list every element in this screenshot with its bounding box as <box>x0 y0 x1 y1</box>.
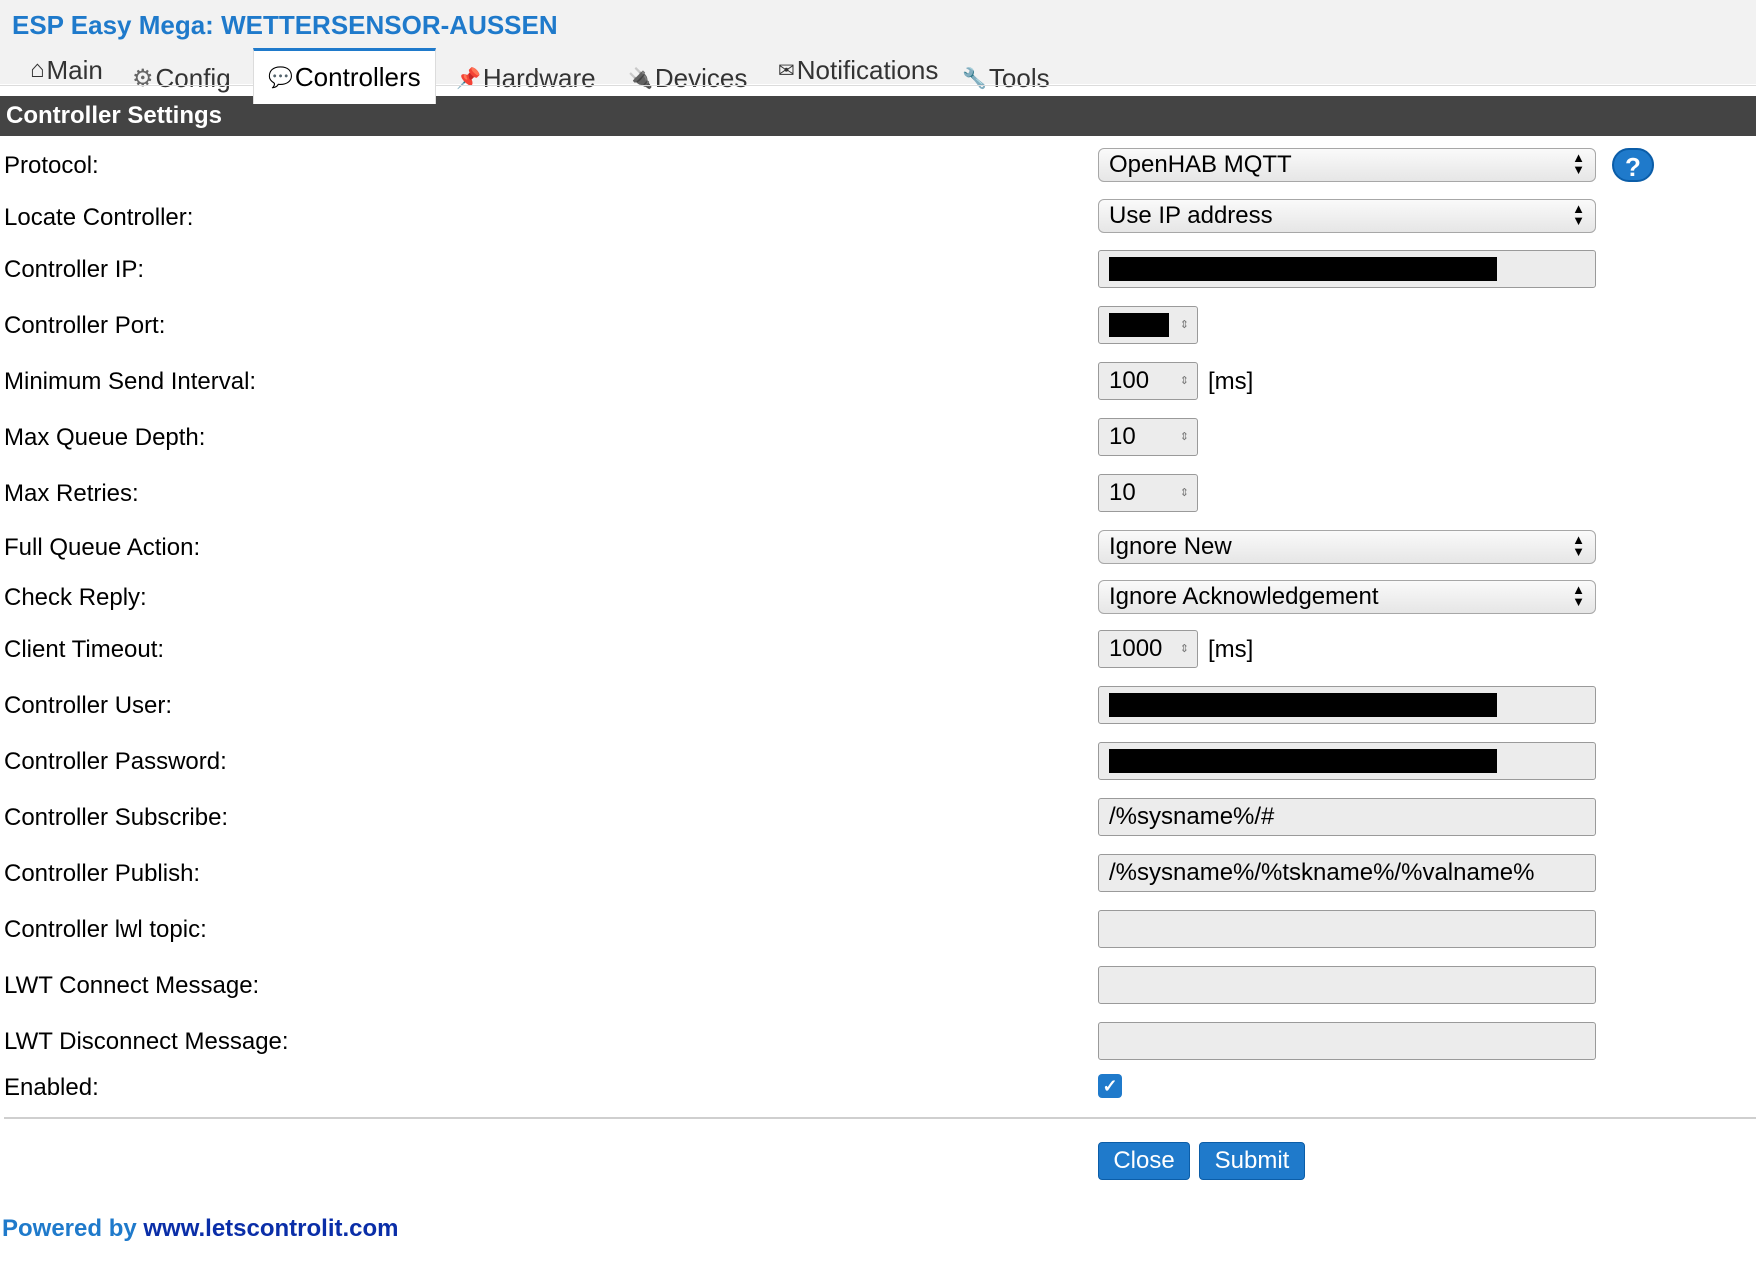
lwt-connect-message-label: LWT Connect Message: <box>4 972 260 999</box>
footer: Powered by www.letscontrolit.com <box>2 1215 399 1243</box>
locate-controller-value: Use IP address <box>1109 202 1273 229</box>
max-retries-label: Max Retries: <box>4 480 139 507</box>
check-reply-value: Ignore Acknowledgement <box>1109 583 1379 610</box>
lwt-connect-message-field[interactable] <box>1098 966 1596 1004</box>
tab-devices-label: Devices <box>654 62 748 93</box>
redacted-value <box>1109 257 1497 281</box>
select-arrows-icon: ▲ ▼ <box>1572 150 1585 177</box>
max-queue-depth-field[interactable]: 10 ⇕ <box>1098 418 1198 456</box>
tab-hardware[interactable]: 📌 Hardware <box>456 58 596 98</box>
protocol-label: Protocol: <box>4 152 99 179</box>
tab-config-label: Config <box>155 62 231 93</box>
controller-subscribe-label: Controller Subscribe: <box>4 804 229 831</box>
lwt-disconnect-message-label: LWT Disconnect Message: <box>4 1028 289 1055</box>
header: ESP Easy Mega: WETTERSENSOR-AUSSEN ⌂ Mai… <box>0 0 1756 104</box>
controller-ip-field[interactable] <box>1098 250 1596 288</box>
controller-lwl-topic-label: Controller lwl topic: <box>4 916 207 943</box>
controller-subscribe-value: /%sysname%/# <box>1109 803 1275 830</box>
controller-port-label: Controller Port: <box>4 312 166 339</box>
max-retries-field[interactable]: 10 ⇕ <box>1098 474 1198 512</box>
min-send-interval-unit: [ms] <box>1208 368 1254 395</box>
tab-config[interactable]: ⚙ Config <box>132 58 231 98</box>
wrench-icon: 🔧 <box>962 67 987 90</box>
close-button[interactable]: Close <box>1098 1142 1190 1180</box>
max-retries-value: 10 <box>1109 479 1136 506</box>
controller-password-label: Controller Password: <box>4 748 227 775</box>
stepper-icon: ⇕ <box>1179 431 1189 443</box>
plug-icon: 🔌 <box>628 67 653 90</box>
tab-controllers[interactable]: 💬 Controllers <box>253 48 436 104</box>
gear-icon: ⚙ <box>132 64 154 92</box>
min-send-interval-label: Minimum Send Interval: <box>4 368 257 395</box>
controller-ip-label: Controller IP: <box>4 256 145 283</box>
controller-publish-label: Controller Publish: <box>4 860 201 887</box>
home-icon: ⌂ <box>30 56 45 83</box>
pushpin-icon: 📌 <box>456 67 481 90</box>
client-timeout-unit: [ms] <box>1208 636 1254 663</box>
redacted-value <box>1109 313 1169 337</box>
controller-publish-value: /%sysname%/%tskname%/%valname% <box>1109 859 1535 886</box>
controller-publish-field[interactable]: /%sysname%/%tskname%/%valname% <box>1098 854 1596 892</box>
full-queue-action-value: Ignore New <box>1109 533 1232 560</box>
help-button[interactable]: ? <box>1612 148 1654 182</box>
controller-subscribe-field[interactable]: /%sysname%/# <box>1098 798 1596 836</box>
protocol-value: OpenHAB MQTT <box>1109 151 1292 178</box>
tab-tools-label: Tools <box>988 62 1050 93</box>
full-queue-action-select[interactable]: Ignore New ▲ ▼ <box>1098 530 1596 564</box>
redacted-value <box>1109 749 1497 773</box>
stepper-icon: ⇕ <box>1179 319 1189 331</box>
stepper-icon: ⇕ <box>1179 375 1189 387</box>
form-divider <box>4 1117 1756 1119</box>
redacted-value <box>1109 693 1497 717</box>
min-send-interval-value: 100 <box>1109 367 1150 394</box>
client-timeout-label: Client Timeout: <box>4 636 165 663</box>
client-timeout-value: 1000 <box>1109 635 1163 662</box>
check-reply-select[interactable]: Ignore Acknowledgement ▲ ▼ <box>1098 580 1596 614</box>
client-timeout-field[interactable]: 1000 ⇕ <box>1098 630 1198 668</box>
min-send-interval-field[interactable]: 100 ⇕ <box>1098 362 1198 400</box>
controller-user-field[interactable] <box>1098 686 1596 724</box>
select-arrows-icon: ▲ ▼ <box>1572 582 1585 609</box>
stepper-icon: ⇕ <box>1179 643 1189 655</box>
tab-controllers-label: Controllers <box>294 62 421 92</box>
lwt-disconnect-message-field[interactable] <box>1098 1022 1596 1060</box>
protocol-select[interactable]: OpenHAB MQTT ▲ ▼ <box>1098 148 1596 182</box>
tab-notifications-label: Notifications <box>796 54 939 85</box>
footer-prefix: Powered by <box>2 1215 144 1242</box>
enabled-checkbox[interactable]: ✓ <box>1098 1074 1122 1098</box>
tab-devices[interactable]: 🔌 Devices <box>628 58 747 98</box>
locate-controller-label: Locate Controller: <box>4 204 194 231</box>
enabled-label: Enabled: <box>4 1074 99 1101</box>
tab-main-label: Main <box>46 54 103 85</box>
tab-hardware-label: Hardware <box>482 62 596 93</box>
tab-notifications[interactable]: ✉ Notifications <box>778 50 938 90</box>
tab-main[interactable]: ⌂ Main <box>30 50 103 90</box>
stepper-icon: ⇕ <box>1179 487 1189 499</box>
submit-button[interactable]: Submit <box>1199 1142 1305 1180</box>
full-queue-action-label: Full Queue Action: <box>4 534 201 561</box>
check-reply-label: Check Reply: <box>4 584 147 611</box>
controller-port-field[interactable]: ⇕ <box>1098 306 1198 344</box>
select-arrows-icon: ▲ ▼ <box>1572 201 1585 228</box>
envelope-icon: ✉ <box>778 59 795 82</box>
controller-user-label: Controller User: <box>4 692 173 719</box>
locate-controller-select[interactable]: Use IP address ▲ ▼ <box>1098 199 1596 233</box>
tab-bar: ⌂ Main ⚙ Config 💬 Controllers 📌 Hardware… <box>0 48 1756 104</box>
speech-bubble-icon: 💬 <box>268 67 293 89</box>
tab-tools[interactable]: 🔧 Tools <box>962 58 1050 98</box>
footer-link[interactable]: www.letscontrolit.com <box>143 1215 398 1242</box>
max-queue-depth-value: 10 <box>1109 423 1136 450</box>
app-title: ESP Easy Mega: WETTERSENSOR-AUSSEN <box>12 10 558 40</box>
controller-password-field[interactable] <box>1098 742 1596 780</box>
max-queue-depth-label: Max Queue Depth: <box>4 424 206 451</box>
select-arrows-icon: ▲ ▼ <box>1572 532 1585 559</box>
section-title: Controller Settings <box>6 102 223 129</box>
controller-lwl-topic-field[interactable] <box>1098 910 1596 948</box>
checkmark-icon: ✓ <box>1102 1076 1118 1096</box>
